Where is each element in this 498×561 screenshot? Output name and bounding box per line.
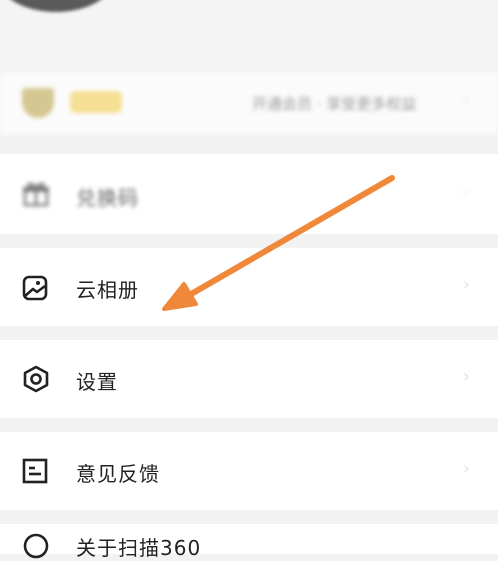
chevron-right-icon: ›: [462, 458, 470, 479]
menu-item-label: 关于扫描360: [76, 536, 202, 560]
info-circle-icon: [23, 533, 49, 559]
feedback-document-icon: [22, 458, 48, 484]
vip-badge: VIP: [70, 91, 122, 113]
menu-item-label: 设置: [76, 370, 118, 394]
menu-item-feedback[interactable]: 意见反馈 ›: [0, 432, 498, 510]
menu-item-about[interactable]: 关于扫描360: [0, 524, 498, 560]
chevron-right-icon: ›: [462, 274, 470, 295]
chevron-right-icon: ›: [462, 182, 470, 203]
avatar[interactable]: [0, 0, 112, 12]
chevron-right-icon: ›: [462, 90, 470, 111]
gift-icon: [23, 182, 49, 207]
menu-item-redeem-code[interactable]: 兑换码 ›: [0, 154, 498, 234]
chevron-right-icon: ›: [462, 366, 470, 387]
menu-item-settings[interactable]: 设置 ›: [0, 340, 498, 418]
menu-item-label: 意见反馈: [76, 462, 160, 486]
vip-info-text: 开通会员 · 享受更多权益: [252, 95, 417, 113]
vip-crown-icon: [22, 88, 54, 118]
menu-item-label: 云相册: [76, 278, 139, 302]
menu-item-cloud-album[interactable]: 云相册 ›: [0, 248, 498, 326]
photo-album-icon: [22, 275, 48, 301]
profile-header: [0, 0, 498, 68]
vip-membership-row[interactable]: VIP 开通会员 · 享受更多权益 ›: [0, 72, 498, 134]
settings-hexagon-icon: [23, 365, 49, 393]
menu-item-label: 兑换码: [76, 186, 139, 210]
